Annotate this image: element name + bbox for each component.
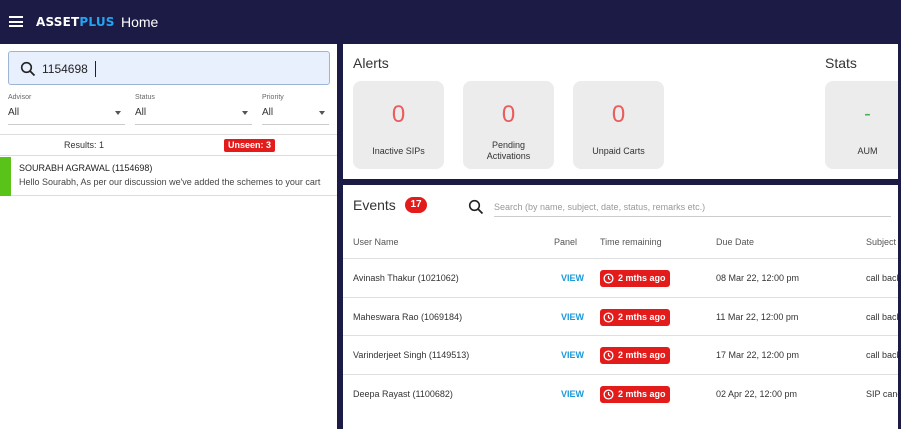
row-subject: SIP cancel	[866, 388, 901, 399]
column-header-subject[interactable]: Subject	[866, 237, 896, 247]
advisor-filter[interactable]: Advisor All	[8, 93, 125, 125]
menu-icon[interactable]	[9, 16, 23, 27]
row-user-name: Deepa Rayast (1100682)	[353, 388, 453, 399]
time-remaining-text: 2 mths ago	[618, 388, 666, 399]
chevron-down-icon	[319, 111, 325, 115]
column-header-user-name[interactable]: User Name	[353, 237, 399, 247]
aum-value: -	[864, 103, 871, 125]
conversation-preview: Hello Sourabh, As per our discussion we'…	[19, 177, 321, 187]
page-title: Home	[121, 14, 159, 30]
pending-activations-card[interactable]: 0 Pending Activations	[463, 81, 554, 169]
row-due-date: 02 Apr 22, 12:00 pm	[716, 388, 798, 399]
row-user-name: Avinash Thakur (1021062)	[353, 273, 459, 283]
chevron-down-icon	[115, 111, 121, 115]
column-header-panel[interactable]: Panel	[554, 237, 577, 247]
clock-icon	[603, 388, 614, 400]
pending-activations-value: 0	[501, 101, 516, 128]
table-row[interactable]: Deepa Rayast (1100682) VIEW 2 mths ago 02 A…	[343, 373, 901, 413]
priority-filter-label: Priority	[262, 94, 284, 101]
events-panel: Events 17 User Name Panel Time remaining…	[343, 185, 901, 429]
filter-row: Advisor All Status All Priority All	[0, 93, 337, 125]
search-icon	[20, 61, 36, 77]
row-due-date: 11 Mar 22, 12:00 pm	[716, 311, 799, 322]
logo-main: ASSET	[36, 15, 80, 29]
stats-title: Stats	[825, 55, 857, 71]
clock-icon	[603, 273, 614, 284]
alerts-title: Alerts	[353, 55, 389, 71]
events-title: Events	[353, 197, 396, 213]
inactive-sips-label: Inactive SIPs	[372, 146, 425, 156]
status-filter-label: Status	[135, 94, 155, 101]
app-logo[interactable]: ASSETPLUS	[36, 15, 115, 29]
aum-label: AUM	[857, 146, 878, 156]
inactive-sips-value: 0	[391, 101, 406, 128]
row-due-date: 17 Mar 22, 12:00 pm	[716, 350, 800, 360]
table-row[interactable]: Varinderjeet Singh (1149513) VIEW 2 mths a…	[343, 335, 901, 374]
view-panel-link[interactable]: VIEW	[561, 273, 584, 283]
divider	[0, 134, 337, 135]
advisor-filter-label: Advisor	[8, 94, 32, 101]
status-filter-value: All	[135, 107, 147, 118]
events-count-badge: 17	[405, 197, 427, 213]
row-user-name: Varinderjeet Singh (1149513)	[353, 350, 470, 360]
conversation-item[interactable]: SOURABH AGRAWAL (1154698) Hello Sourabh,…	[0, 157, 337, 196]
table-row[interactable]: Maheswara Rao (1069184) VIEW 2 mths ago 11 …	[343, 296, 901, 336]
time-remaining-text: 2 mths ago	[618, 273, 666, 283]
divider	[0, 155, 337, 156]
clock-icon	[603, 311, 614, 323]
events-search-input[interactable]	[494, 197, 891, 217]
inactive-sips-card[interactable]: 0 Inactive SIPs	[353, 81, 444, 169]
text-caret	[95, 61, 96, 77]
priority-filter[interactable]: Priority All	[262, 93, 329, 125]
time-remaining-badge: 2 mths ago	[600, 385, 670, 403]
conversation-panel: Advisor All Status All Priority All Resu…	[0, 44, 337, 429]
results-count: Results: 1	[64, 140, 105, 150]
row-due-date: 08 Mar 22, 12:00 pm	[716, 273, 800, 283]
aum-card[interactable]: - AUM	[825, 81, 901, 169]
row-user-name: Maheswara Rao (1069184)	[353, 311, 463, 322]
table-row[interactable]: Avinash Thakur (1021062) VIEW 2 mths ago 08…	[343, 258, 901, 297]
top-bar: ASSETPLUS Home	[0, 0, 901, 44]
view-panel-link[interactable]: VIEW	[561, 312, 584, 322]
time-remaining-badge: 2 mths ago	[600, 308, 670, 326]
time-remaining-badge: 2 mths ago	[600, 270, 670, 287]
column-header-time-remaining[interactable]: Time remaining	[600, 237, 662, 247]
unpaid-carts-card[interactable]: 0 Unpaid Carts	[573, 81, 664, 169]
customer-search-box[interactable]	[8, 51, 330, 85]
row-subject: call back	[866, 311, 901, 322]
view-panel-link[interactable]: VIEW	[561, 350, 584, 360]
pending-activations-label-line1: Pending	[491, 140, 526, 150]
time-remaining-text: 2 mths ago	[618, 311, 666, 322]
logo-accent: PLUS	[79, 15, 115, 29]
row-subject: call back	[866, 273, 901, 283]
view-panel-link[interactable]: VIEW	[561, 389, 584, 399]
advisor-filter-value: All	[8, 107, 20, 118]
search-icon[interactable]	[468, 199, 484, 215]
row-subject: call back	[866, 350, 901, 360]
search-input[interactable]	[42, 60, 312, 78]
chevron-down-icon	[242, 111, 248, 115]
alerts-panel: Alerts 0 Inactive SIPs 0 Pending Activat…	[343, 44, 901, 179]
conversation-name: SOURABH AGRAWAL (1154698)	[19, 163, 153, 173]
unpaid-carts-value: 0	[611, 101, 626, 128]
unpaid-carts-label: Unpaid Carts	[592, 146, 645, 156]
time-remaining-text: 2 mths ago	[618, 350, 666, 360]
status-filter[interactable]: Status All	[135, 93, 252, 125]
clock-icon	[603, 350, 614, 361]
unread-indicator	[0, 157, 11, 196]
pending-activations-label-line2: Activations	[486, 151, 531, 161]
unseen-badge: Unseen: 3	[224, 139, 276, 152]
column-header-due-date[interactable]: Due Date	[716, 237, 754, 247]
time-remaining-badge: 2 mths ago	[600, 347, 670, 364]
priority-filter-value: All	[262, 107, 274, 118]
